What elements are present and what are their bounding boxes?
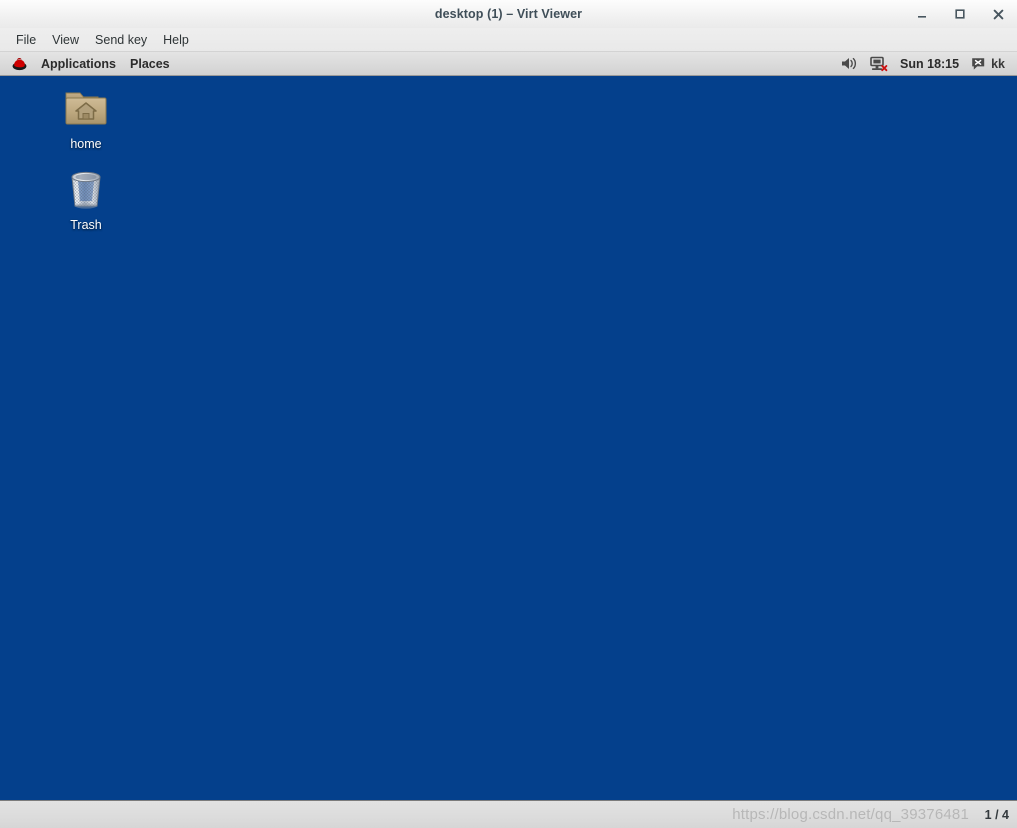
panel-menu-places[interactable]: Places xyxy=(123,55,177,73)
virt-viewer-window: desktop (1) – Virt Viewer File View Send… xyxy=(0,0,1017,828)
maximize-icon xyxy=(955,9,965,19)
clock-applet[interactable]: Sun 18:15 xyxy=(894,56,965,72)
messaging-applet[interactable]: kk xyxy=(965,56,1011,72)
minimize-icon xyxy=(918,16,926,18)
volume-speaker-icon xyxy=(842,57,857,70)
panel-clock-label: Sun 18:15 xyxy=(900,56,960,71)
minimize-button[interactable] xyxy=(903,0,941,28)
desktop-icon-label-home: home xyxy=(70,137,102,151)
redhat-logo-button[interactable] xyxy=(5,54,34,73)
menu-item-file[interactable]: File xyxy=(8,31,44,49)
desktop-icon-trash[interactable]: Trash xyxy=(38,165,134,232)
panel-left-section: Applications Places xyxy=(0,54,177,73)
application-menubar: File View Send key Help xyxy=(0,28,1017,52)
window-statusbar: 1 / 4 xyxy=(0,800,1017,828)
home-folder-icon xyxy=(65,92,107,125)
window-titlebar[interactable]: desktop (1) – Virt Viewer xyxy=(0,0,1017,28)
network-applet[interactable] xyxy=(864,55,894,73)
menu-item-view[interactable]: View xyxy=(44,31,87,49)
panel-user-label: kk xyxy=(991,56,1005,71)
redhat-shadowman-icon xyxy=(12,57,27,71)
window-controls xyxy=(903,0,1017,28)
page-indicator: 1 / 4 xyxy=(984,807,1009,822)
close-button[interactable] xyxy=(979,0,1017,28)
panel-menu-applications[interactable]: Applications xyxy=(34,55,123,73)
trash-can-icon xyxy=(71,171,101,209)
window-title: desktop (1) – Virt Viewer xyxy=(434,7,583,21)
panel-tray-section: Sun 18:15 kk xyxy=(835,55,1017,73)
menu-item-help[interactable]: Help xyxy=(155,31,197,49)
desktop-icon-label-trash: Trash xyxy=(70,218,102,232)
maximize-button[interactable] xyxy=(941,0,979,28)
gnome-top-panel: Applications Places Sun 18:15 kk xyxy=(0,52,1017,76)
close-icon xyxy=(993,9,1003,19)
desktop-icon-grid: home Trash xyxy=(0,76,150,246)
chat-bubble-error-icon xyxy=(972,57,985,70)
menu-item-send-key[interactable]: Send key xyxy=(87,31,155,49)
network-disconnected-icon xyxy=(870,56,888,71)
desktop-icon-home[interactable]: home xyxy=(38,84,134,151)
guest-desktop-screen[interactable]: Applications Places Sun 18:15 kk home Tr… xyxy=(0,52,1017,800)
volume-applet[interactable] xyxy=(835,55,864,72)
